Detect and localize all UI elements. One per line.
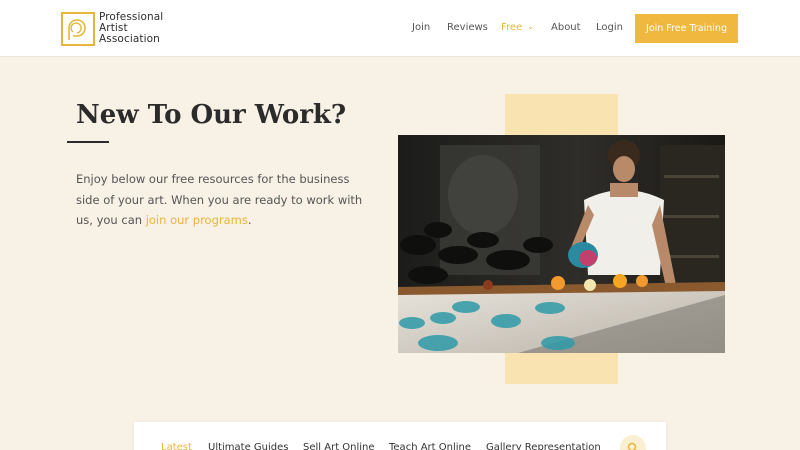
hero-description: Enjoy below our free resources for the b… [76, 169, 366, 231]
title-divider [67, 141, 109, 143]
tab-teach-art-online[interactable]: Teach Art Online [389, 442, 471, 450]
join-free-training-button[interactable]: Join Free Training [635, 14, 738, 43]
tab-gallery-representation[interactable]: Gallery Representation [486, 442, 601, 450]
hero-text-end: . [247, 213, 252, 227]
logo[interactable]: Professional Artist Association [61, 12, 163, 46]
nav-free[interactable]: Free ⌄ [501, 22, 534, 33]
logo-mark-icon [61, 12, 95, 46]
nav-reviews[interactable]: Reviews [447, 22, 488, 33]
chevron-down-icon: ⌄ [527, 22, 534, 31]
tab-sell-art-online[interactable]: Sell Art Online [303, 442, 375, 450]
category-tabs: Latest Ultimate Guides Sell Art Online T… [134, 422, 666, 450]
page-title: New To Our Work? [76, 100, 347, 130]
logo-line-3: Association [99, 33, 160, 45]
join-programs-link[interactable]: join our programs [146, 213, 248, 227]
tab-ultimate-guides[interactable]: Ultimate Guides [208, 442, 289, 450]
search-icon [627, 442, 637, 450]
logo-text: Professional Artist Association [99, 12, 163, 45]
nav-join[interactable]: Join [412, 22, 430, 33]
nav-about[interactable]: About [551, 22, 581, 33]
tab-latest[interactable]: Latest [161, 442, 192, 450]
nav-free-label: Free [501, 22, 523, 33]
nav-login[interactable]: Login [596, 22, 623, 33]
search-button[interactable] [620, 435, 646, 450]
hero-photo [398, 135, 725, 353]
site-header: Professional Artist Association Join Rev… [0, 0, 800, 57]
